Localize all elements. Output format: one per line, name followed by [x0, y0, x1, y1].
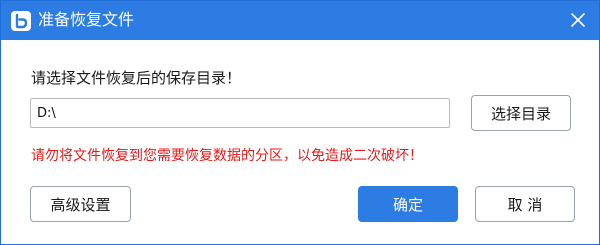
close-icon [571, 13, 585, 27]
save-directory-prompt: 请选择文件恢复后的保存目录！ [31, 69, 242, 87]
save-path-input[interactable] [30, 98, 450, 128]
title-bar[interactable]: 准备恢复文件 [1, 1, 599, 40]
app-logo-icon [11, 11, 31, 31]
confirm-button[interactable]: 确定 [358, 186, 458, 222]
advanced-settings-button[interactable]: 高级设置 [30, 186, 131, 222]
recovery-dialog: 准备恢复文件 请选择文件恢复后的保存目录！ 选择目录 请勿将文件恢复到您需要恢复… [0, 0, 600, 245]
warning-message: 请勿将文件恢复到您需要恢复数据的分区，以免造成二次破坏！ [31, 148, 423, 164]
select-directory-button[interactable]: 选择目录 [471, 95, 571, 131]
cancel-button[interactable]: 取 消 [475, 186, 575, 222]
window-title: 准备恢复文件 [38, 10, 135, 29]
close-button[interactable] [561, 4, 595, 36]
